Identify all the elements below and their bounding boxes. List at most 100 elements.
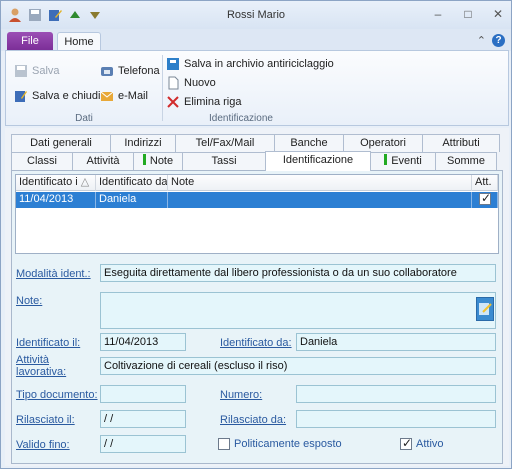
rilasciato-il-field[interactable]: / / [100, 410, 186, 428]
modalita-label: Modalità ident.: [16, 268, 91, 280]
group-label-dati: Dati [75, 113, 93, 124]
minimize-icon[interactable]: – [431, 7, 445, 21]
tab-dati-generali[interactable]: Dati generali [11, 134, 111, 152]
group-separator [162, 55, 163, 121]
ribbon-right-controls: ⌃ ? [477, 34, 505, 47]
close-icon[interactable]: ✕ [491, 7, 505, 21]
salva-archivio-button[interactable]: Salva in archivio antiriciclaggio [166, 57, 334, 71]
column-header-att[interactable]: Att. [472, 175, 498, 191]
identificato-il-label: Identificato il: [16, 337, 81, 349]
rilasciato-il-label: Rilasciato il: [16, 414, 75, 426]
numero-field[interactable] [296, 385, 496, 403]
cell-note [168, 192, 472, 208]
note-field[interactable] [100, 292, 496, 329]
tab-row-2: Classi Attività Note Tassi Identificazio… [11, 151, 501, 171]
salva-chiudi-label: Salva e chiudi [32, 90, 101, 102]
tab-home[interactable]: Home [57, 32, 101, 52]
tab-eventi[interactable]: Eventi [370, 152, 436, 170]
salva-chiudi-button[interactable]: Salva e chiudi [14, 89, 101, 103]
app-window: Rossi Mario – □ ✕ File Home ⌃ ? Salva Sa… [0, 0, 512, 469]
column-header-note[interactable]: Note [168, 175, 472, 191]
identificato-da-field[interactable]: Daniela [296, 333, 496, 351]
rilasciato-da-label: Rilasciato da: [220, 414, 287, 426]
content-area: Dati generali Indirizzi Tel/Fax/Mail Ban… [5, 128, 509, 466]
cell-att [472, 191, 498, 208]
cell-identified-by: Daniela [96, 192, 168, 208]
email-button[interactable]: e-Mail [100, 89, 148, 103]
tab-eventi-label: Eventi [391, 155, 422, 167]
tab-operatori[interactable]: Operatori [343, 134, 423, 152]
modalita-field[interactable]: Eseguita direttamente dal libero profess… [100, 264, 496, 282]
attivo-checkbox-box[interactable] [400, 436, 412, 450]
attivita-label: Attività lavorativa: [16, 354, 67, 378]
elimina-riga-label: Elimina riga [184, 96, 242, 108]
email-label: e-Mail [118, 90, 148, 102]
tipo-documento-label: Tipo documento: [16, 389, 98, 401]
tab-row-1: Dati generali Indirizzi Tel/Fax/Mail Ban… [11, 134, 501, 152]
note-label: Note: [16, 295, 43, 307]
tab-attributi[interactable]: Attributi [422, 134, 500, 152]
politicamente-esposto-checkbox[interactable]: Politicamente esposto [218, 438, 342, 450]
tab-indirizzi[interactable]: Indirizzi [110, 134, 176, 152]
identification-grid: Identificato i △ Identificato da Note At… [15, 174, 499, 254]
ribbon: Salva Salva e chiudi Telefona e-Mail Dat… [5, 50, 509, 126]
column-header-identificato-il[interactable]: Identificato i △ [16, 175, 96, 191]
tab-tassi[interactable]: Tassi [182, 152, 266, 170]
ribbon-tabs: File Home ⌃ ? [1, 29, 511, 52]
identificato-da-label: Identificato da: [220, 337, 292, 349]
sort-icon: △ [80, 176, 90, 188]
salva-button[interactable]: Salva [14, 64, 60, 78]
tab-identificazione[interactable]: Identificazione [265, 151, 371, 171]
tab-file[interactable]: File [7, 32, 53, 51]
valido-fino-field[interactable]: / / [100, 435, 186, 453]
elimina-riga-button[interactable]: Elimina riga [166, 95, 241, 109]
nuovo-button[interactable]: Nuovo [166, 76, 216, 90]
politicamente-checkbox-box[interactable] [218, 438, 230, 450]
mail-icon [100, 89, 114, 103]
flag-icon [142, 154, 146, 165]
flag-icon [384, 154, 388, 165]
phone-icon [100, 64, 114, 78]
title-bar: Rossi Mario – □ ✕ [1, 1, 511, 29]
window-controls: – □ ✕ [431, 7, 505, 21]
telefona-label: Telefona [118, 65, 160, 77]
numero-label: Numero: [220, 389, 263, 401]
tipo-documento-field[interactable] [100, 385, 186, 403]
tab-tel-fax-mail[interactable]: Tel/Fax/Mail [175, 134, 275, 152]
column-header-identificato-da[interactable]: Identificato da [96, 175, 168, 191]
tab-note[interactable]: Note [133, 152, 183, 170]
table-row[interactable]: 11/04/2013 Daniela [16, 191, 498, 208]
tab-classi[interactable]: Classi [11, 152, 73, 170]
attivo-checkbox[interactable]: Attivo [400, 436, 444, 450]
save-icon [14, 64, 28, 78]
tab-somme[interactable]: Somme [435, 152, 497, 170]
valido-fino-label: Valido fino: [16, 439, 70, 451]
archive-icon [166, 57, 180, 71]
tab-note-label: Note [149, 155, 174, 167]
tab-attivita[interactable]: Attività [72, 152, 134, 170]
group-label-identificazione: Identificazione [209, 113, 273, 124]
delete-icon [166, 95, 180, 109]
telefona-button[interactable]: Telefona [100, 64, 160, 78]
cell-date: 11/04/2013 [16, 192, 96, 208]
identificato-il-field[interactable]: 11/04/2013 [100, 333, 186, 351]
header-label: Identificato i [19, 176, 78, 188]
grid-header: Identificato i △ Identificato da Note At… [16, 175, 498, 191]
collapse-ribbon-icon[interactable]: ⌃ [477, 34, 486, 47]
rilasciato-da-field[interactable] [296, 410, 496, 428]
save-close-icon [14, 89, 28, 103]
tab-banche[interactable]: Banche [274, 134, 344, 152]
help-icon[interactable]: ? [492, 34, 505, 47]
salva-label: Salva [32, 65, 60, 77]
salva-archivio-label: Salva in archivio antiriciclaggio [184, 58, 334, 70]
nuovo-label: Nuovo [184, 77, 216, 89]
politicamente-label: Politicamente esposto [234, 438, 342, 450]
attivo-label: Attivo [416, 438, 444, 450]
edit-note-icon [479, 303, 492, 315]
attivita-field[interactable]: Coltivazione di cereali (escluso il riso… [100, 357, 496, 375]
maximize-icon[interactable]: □ [461, 7, 475, 21]
note-editor-button[interactable] [476, 297, 494, 321]
identificazione-panel: Identificato i △ Identificato da Note At… [11, 170, 503, 464]
att-checkbox[interactable] [479, 191, 491, 206]
new-document-icon [166, 76, 180, 90]
